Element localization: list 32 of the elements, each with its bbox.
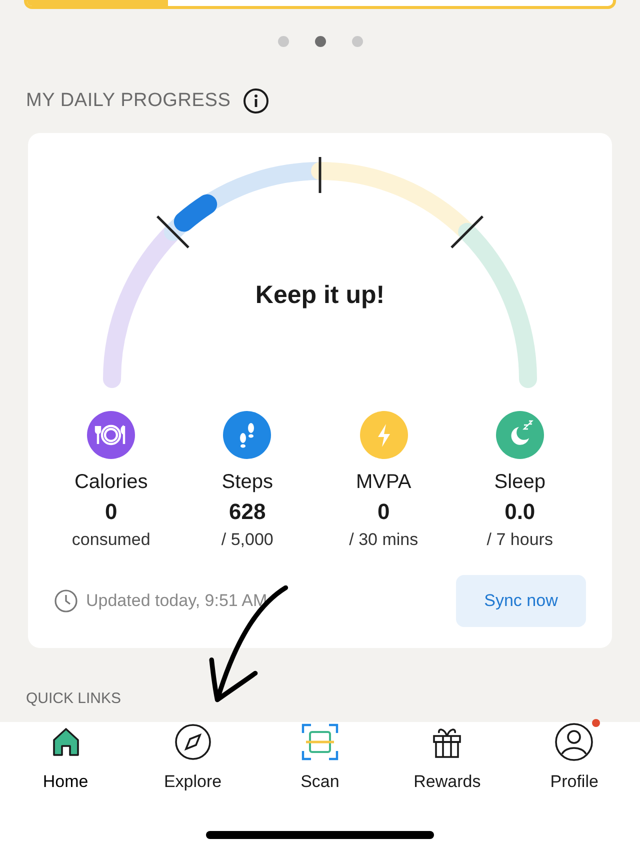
profile-icon (554, 722, 594, 762)
page-dot[interactable] (314, 36, 326, 47)
nav-tab[interactable]: Explore (138, 722, 248, 792)
scan-icon (300, 722, 340, 762)
nav-tab[interactable]: Rewards (392, 722, 502, 792)
nav-tab[interactable]: Profile (519, 722, 630, 792)
stat-label: MVPA (356, 471, 412, 494)
gauge-tick (156, 215, 190, 248)
stat-value: 0.0 (504, 499, 536, 525)
section-title: QUICK LINKS (26, 690, 122, 707)
gauge-tick (450, 215, 484, 248)
compass-icon (172, 722, 213, 762)
stat-label: Calories (74, 471, 148, 494)
nav-tab[interactable]: Home (10, 722, 121, 792)
gauge-tick (318, 157, 322, 193)
page-dot[interactable] (352, 36, 362, 47)
info-icon[interactable] (242, 88, 269, 114)
page-dot[interactable] (278, 36, 288, 47)
stat-label: Sleep (494, 471, 546, 494)
sync-button[interactable]: Sync now (456, 575, 586, 627)
stat-value: 0 (378, 499, 390, 525)
gauge-message: Keep it up! (255, 281, 385, 310)
stat-value: 0 (105, 499, 118, 525)
stat-value: 628 (229, 499, 266, 525)
stat-goal: / 30 mins (349, 530, 418, 550)
clock-icon (54, 589, 78, 613)
stat-label: Steps (222, 471, 273, 494)
stat-goal: consumed (72, 530, 150, 550)
nav-tab[interactable]: Scan (264, 722, 375, 792)
stat-goal: / 5,000 (221, 530, 274, 550)
section-title: MY DAILY PROGRESS (26, 90, 231, 112)
stat-goal: / 7 hours (486, 530, 553, 550)
